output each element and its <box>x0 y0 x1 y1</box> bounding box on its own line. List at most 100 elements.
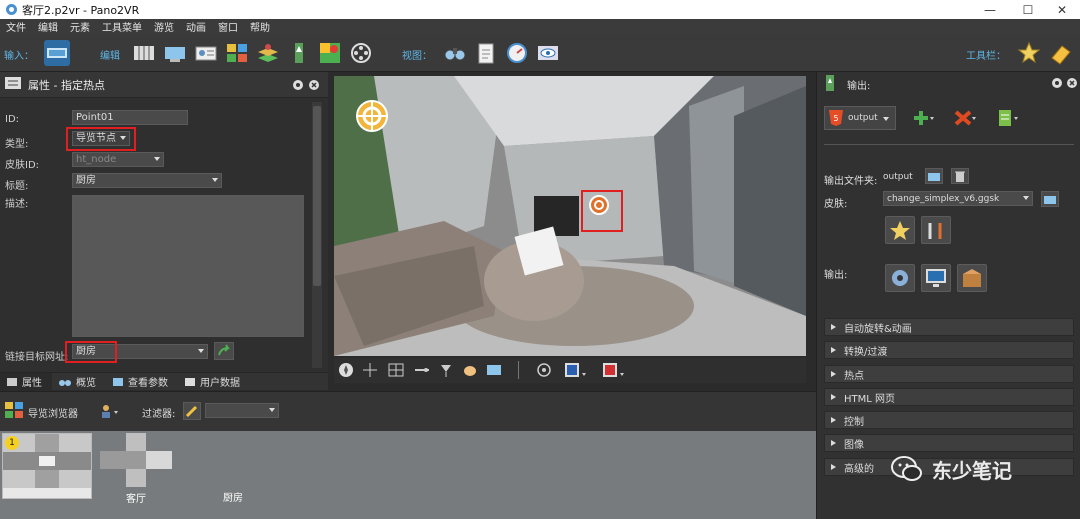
html5-icon: 5 <box>829 110 843 126</box>
description-textarea[interactable] <box>72 195 304 337</box>
section-hotspots[interactable]: 热点 <box>824 365 1074 383</box>
crosshair-icon[interactable] <box>362 362 378 378</box>
menu-animation[interactable]: 动画 <box>180 19 212 34</box>
minimize-button[interactable]: — <box>972 0 1008 19</box>
section-label: 转换/过渡 <box>844 346 888 358</box>
hotspot-icon[interactable] <box>356 100 388 132</box>
trash-icon[interactable] <box>951 168 969 184</box>
menu-file[interactable]: 文件 <box>0 19 32 34</box>
section-label: 控制 <box>844 416 864 428</box>
wizard-star-icon[interactable] <box>1016 40 1042 66</box>
skin-tools-button[interactable] <box>921 216 951 244</box>
tab-overview[interactable]: 概览 <box>52 373 106 391</box>
skin-id-field[interactable]: ht_node <box>72 152 164 167</box>
menu-elements[interactable]: 元素 <box>64 19 96 34</box>
skin-dropdown[interactable]: change_simplex_v6.ggsk <box>883 191 1033 206</box>
grid-overlay-icon[interactable] <box>388 362 404 378</box>
panorama-viewer[interactable] <box>334 76 806 356</box>
pin-icon[interactable] <box>438 362 454 378</box>
preview-eye-icon[interactable] <box>535 40 561 66</box>
gauge-icon[interactable] <box>504 40 530 66</box>
monitor-icon <box>926 269 946 287</box>
id-field[interactable]: Point01 <box>72 110 188 125</box>
properties-scrollbar[interactable] <box>312 102 322 368</box>
tab-user-data[interactable]: 用户数据 <box>178 373 250 391</box>
hand-icon[interactable] <box>462 362 478 378</box>
tab-overview-label: 概览 <box>76 378 96 389</box>
user-data-icon[interactable] <box>193 40 219 66</box>
image-view-icon[interactable] <box>486 362 502 378</box>
toolbar-edit-label: 编辑 <box>100 51 120 62</box>
expand-arrow-icon <box>831 324 836 330</box>
binoculars-icon[interactable] <box>442 40 468 66</box>
menu-help[interactable]: 帮助 <box>244 19 276 34</box>
tour-browser-icon <box>4 400 24 423</box>
section-images[interactable]: 图像 <box>824 434 1074 452</box>
skin-value: change_simplex_v6.ggsk <box>887 194 1000 204</box>
skin-label: 皮肤: <box>824 199 848 210</box>
google-maps-icon[interactable] <box>317 40 343 66</box>
menu-tools[interactable]: 工具菜单 <box>96 19 148 34</box>
panel-close-icon[interactable] <box>308 79 320 94</box>
add-output-icon[interactable] <box>911 109 935 130</box>
caption-value: 厨房 <box>76 175 96 186</box>
animation-reel-icon[interactable] <box>348 40 374 66</box>
open-skin-icon[interactable] <box>1041 191 1059 207</box>
output-format-dropdown[interactable]: 5 output <box>824 106 896 130</box>
chevron-down-icon <box>883 117 889 121</box>
skin-wizard-button[interactable] <box>885 216 915 244</box>
node-thumbnail[interactable]: 厨房 <box>100 433 243 504</box>
import-panorama-icon[interactable] <box>44 40 70 66</box>
section-transitions[interactable]: 转换/过渡 <box>824 341 1074 359</box>
user-data-tab-icon <box>185 377 195 386</box>
tour-map-icon[interactable] <box>224 40 250 66</box>
output-settings-button[interactable] <box>885 264 915 292</box>
output-package-button[interactable] <box>957 264 987 292</box>
tab-properties[interactable]: 属性 <box>0 372 52 391</box>
wechat-icon <box>891 456 922 481</box>
scrollbar-thumb[interactable] <box>313 106 321 286</box>
output-preview-button[interactable] <box>921 264 951 292</box>
section-controls[interactable]: 控制 <box>824 411 1074 429</box>
compass-icon[interactable] <box>338 362 354 378</box>
filter-dropdown[interactable] <box>205 403 279 418</box>
measure-icon[interactable] <box>414 362 430 378</box>
main-toolbar: 输入： 编辑 视图： 工具栏： <box>0 34 1080 72</box>
node-thumbnail[interactable]: 1 客厅 <box>2 433 146 505</box>
caption-field[interactable]: 厨房 <box>72 173 222 188</box>
app-icon <box>4 3 18 17</box>
floor-plan-icon[interactable] <box>255 40 281 66</box>
red-color-picker[interactable] <box>602 362 626 378</box>
output-document-icon[interactable] <box>997 108 1021 131</box>
target-icon[interactable] <box>536 362 552 378</box>
maximize-button[interactable]: ☐ <box>1010 0 1046 19</box>
undock-icon[interactable] <box>1051 77 1063 92</box>
sort-user-icon[interactable] <box>100 403 120 422</box>
panorama-image <box>334 76 806 356</box>
undock-icon[interactable] <box>292 79 304 94</box>
blue-color-picker[interactable] <box>564 362 588 378</box>
tab-view-params[interactable]: 查看参数 <box>106 373 178 391</box>
expand-arrow-icon <box>831 464 836 470</box>
output-panel-icon <box>823 74 837 95</box>
menu-edit[interactable]: 编辑 <box>32 19 64 34</box>
binoculars-tab-icon <box>59 379 71 386</box>
menu-window[interactable]: 窗口 <box>212 19 244 34</box>
close-button[interactable]: ✕ <box>1044 0 1080 19</box>
panel-close-icon[interactable] <box>1066 77 1078 92</box>
filter-pen-icon[interactable] <box>183 402 201 420</box>
viewing-parameters-icon[interactable] <box>162 40 188 66</box>
eraser-tool-icon[interactable] <box>1048 40 1074 66</box>
go-to-link-button[interactable] <box>214 342 234 360</box>
open-folder-icon[interactable] <box>925 168 943 184</box>
delete-output-icon[interactable] <box>953 109 977 130</box>
menu-tour[interactable]: 游览 <box>148 19 180 34</box>
section-html-page[interactable]: HTML 网页 <box>824 388 1074 406</box>
skin-editor-icon[interactable] <box>286 40 312 66</box>
clipboard-icon[interactable] <box>473 40 499 66</box>
wizard-star-icon <box>890 221 910 240</box>
node-badge: 1 <box>5 436 19 450</box>
grid-editor-icon[interactable] <box>131 40 157 66</box>
section-auto-rotate[interactable]: 自动旋转&动画 <box>824 318 1074 336</box>
tab-properties-label: 属性 <box>22 378 42 389</box>
